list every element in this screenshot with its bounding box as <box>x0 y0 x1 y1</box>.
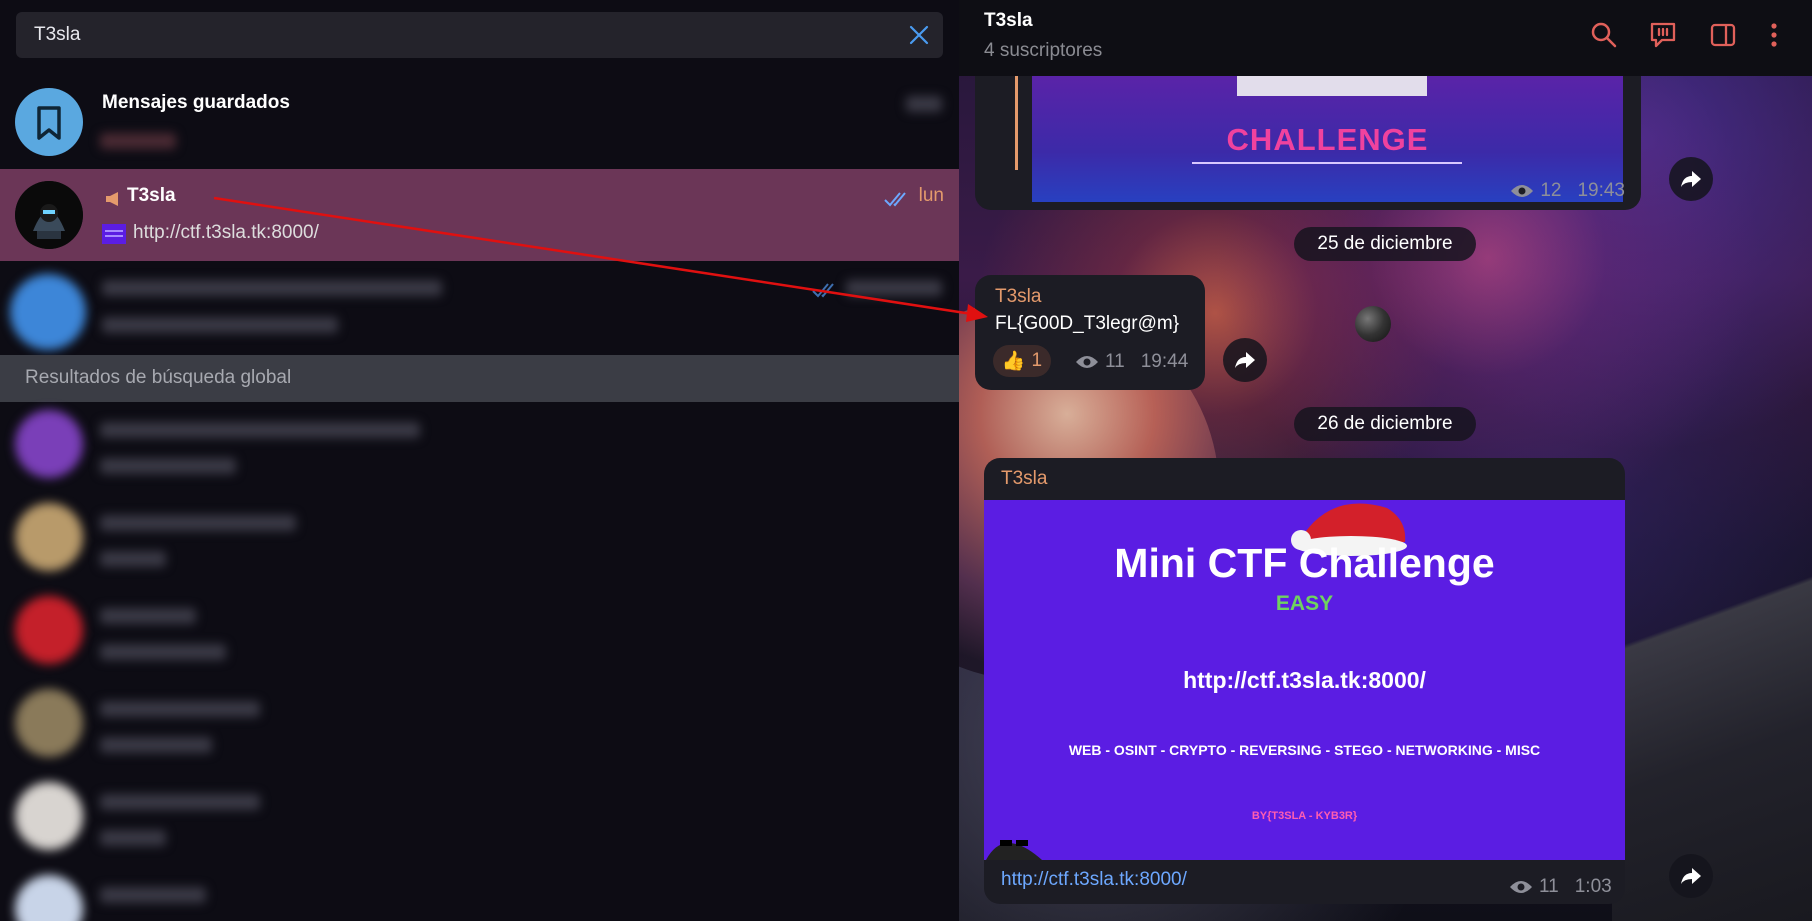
ctf-url-text: http://ctf.t3sla.tk:8000/ <box>1183 667 1426 693</box>
conversation-header[interactable]: T3sla 4 suscriptores <box>959 0 1812 76</box>
avatar <box>15 875 83 921</box>
message-meta: 11 1:03 <box>1509 876 1612 898</box>
ctf-banner-image[interactable]: Mini CTF Challenge EASY http://ctf.t3sla… <box>984 500 1625 860</box>
message-meta: 12 19:43 <box>1510 180 1625 202</box>
message-text: FL{G00D_T3legr@m} <box>995 313 1180 334</box>
avatar <box>15 689 83 757</box>
date-separator: 25 de diciembre <box>1294 227 1476 261</box>
ctf-categories: WEB - OSINT - CRYPTO - REVERSING - STEGO… <box>1068 742 1541 758</box>
message-meta: 11 19:44 <box>1075 351 1188 373</box>
share-button[interactable] <box>1223 338 1267 382</box>
search-box[interactable] <box>16 12 943 58</box>
global-result-item[interactable] <box>0 867 959 921</box>
chat-item-blurred[interactable] <box>0 262 959 354</box>
share-button[interactable] <box>1669 157 1713 201</box>
search-input[interactable] <box>34 12 874 58</box>
close-icon[interactable] <box>907 23 931 47</box>
ctf-level: EASY <box>1275 592 1334 615</box>
bookmark-icon <box>37 106 61 140</box>
avatar <box>15 782 83 850</box>
global-result-item[interactable] <box>0 681 959 773</box>
date-separator: 26 de diciembre <box>1294 407 1476 441</box>
chat-title: T3sla <box>127 185 176 206</box>
chat-time: lun <box>918 185 944 206</box>
share-icon <box>1681 868 1701 884</box>
ctf-title: Mini CTF Challenge <box>1114 540 1495 586</box>
discussion-icon[interactable] <box>1648 20 1678 50</box>
global-result-item[interactable] <box>0 402 959 494</box>
double-check-icon <box>884 192 906 207</box>
channel-title[interactable]: T3sla <box>984 10 1033 32</box>
avatar <box>15 503 83 571</box>
banner-thumbnail-icon <box>102 224 126 244</box>
ctf-link[interactable]: http://ctf.t3sla.tk:8000/ <box>1001 869 1187 891</box>
view-count: 11 <box>1539 876 1559 897</box>
global-result-item[interactable] <box>0 495 959 587</box>
global-search-header-label: Resultados de búsqueda global <box>25 367 292 388</box>
ctf-author-tag: BY{T3SLA - KYB3R} <box>1251 810 1358 822</box>
sidebar-toggle-icon[interactable] <box>1708 20 1738 50</box>
channel-subscribers: 4 suscriptores <box>984 40 1103 61</box>
avatar <box>15 88 83 156</box>
megaphone-icon <box>106 192 118 206</box>
date-label: 26 de diciembre <box>1317 413 1453 434</box>
message-time: 1:03 <box>1574 876 1612 897</box>
message-author[interactable]: T3sla <box>995 286 1041 308</box>
chat-list-panel: Mensajes guardados T3sla <box>0 0 959 921</box>
search-icon[interactable] <box>1589 20 1619 50</box>
global-result-item[interactable] <box>0 588 959 680</box>
telegram-app: Mensajes guardados T3sla <box>0 0 1812 921</box>
share-icon <box>1681 171 1701 187</box>
view-count: 12 <box>1540 180 1562 201</box>
thumbs-up-icon: 👍 <box>1001 351 1026 372</box>
double-check-icon <box>812 283 834 298</box>
message-author[interactable]: T3sla <box>1001 468 1047 490</box>
background-moon <box>1355 306 1391 342</box>
message-bubble-flag[interactable]: T3sla FL{G00D_T3legr@m} 👍 1 11 19:44 <box>975 275 1205 390</box>
more-options-icon[interactable] <box>1759 20 1789 50</box>
avatar <box>10 274 86 350</box>
hacker-avatar-icon <box>15 181 83 249</box>
avatar <box>15 181 83 249</box>
reaction-count: 1 <box>1031 350 1043 371</box>
avatar <box>15 410 83 478</box>
chat-title: Mensajes guardados <box>102 92 290 113</box>
view-count: 11 <box>1105 351 1125 372</box>
message-time: 19:44 <box>1140 351 1189 372</box>
avatar <box>15 596 83 664</box>
chat-item-saved-messages[interactable]: Mensajes guardados <box>0 76 959 168</box>
sunglasses-cat-icon <box>986 840 1042 860</box>
chat-preview: http://ctf.t3sla.tk:8000/ <box>133 222 319 243</box>
reaction-chip[interactable]: 👍 1 <box>993 345 1051 377</box>
share-icon <box>1235 352 1255 368</box>
share-button[interactable] <box>1669 854 1713 898</box>
eye-icon <box>1511 185 1534 197</box>
eye-icon <box>1510 881 1532 893</box>
background-mountains <box>1612 501 1812 921</box>
banner-text: CHALLENGE <box>1226 122 1429 157</box>
global-search-header: Resultados de búsqueda global <box>0 355 959 402</box>
chat-item-t3sla[interactable]: T3sla http://ctf.t3sla.tk:8000/ lun <box>0 169 959 261</box>
eye-icon <box>1076 356 1098 368</box>
global-result-item[interactable] <box>0 774 959 866</box>
date-label: 25 de diciembre <box>1317 233 1453 254</box>
message-time: 19:43 <box>1577 180 1625 201</box>
conversation-panel: T3sla 4 suscriptores CHALLENGE 12 19:43 … <box>959 0 1812 921</box>
